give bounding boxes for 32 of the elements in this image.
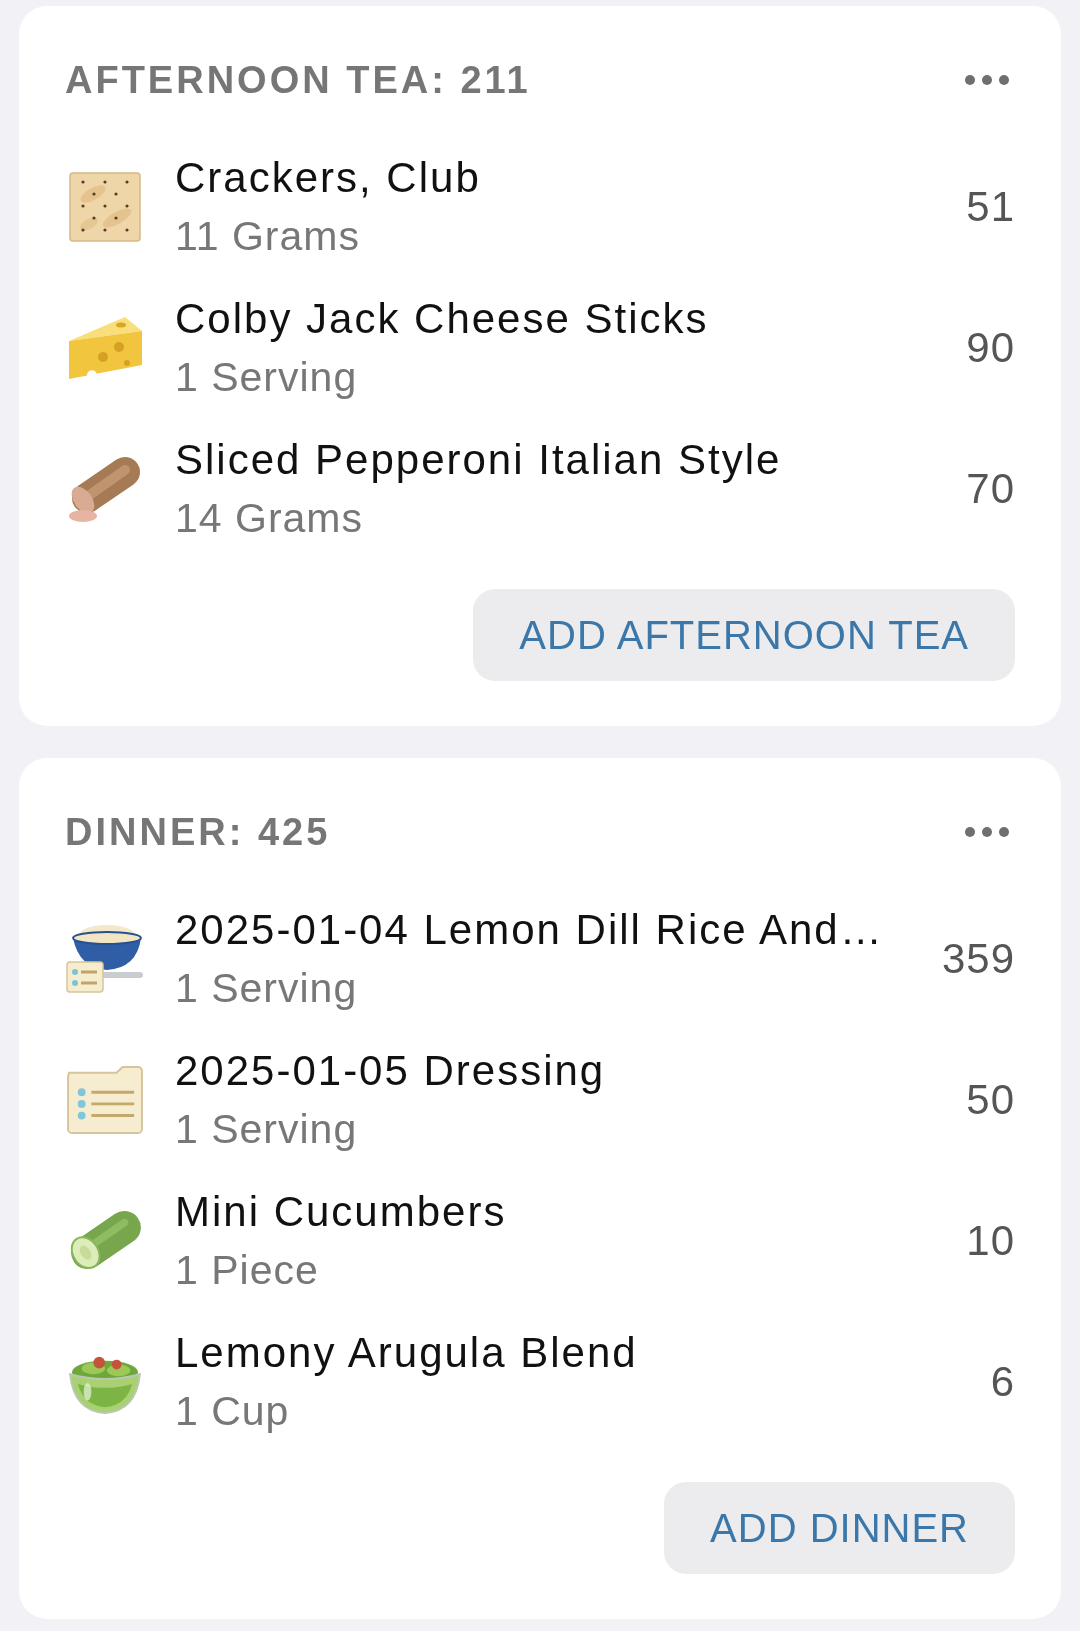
add-food-button[interactable]: ADD DINNER <box>664 1482 1015 1574</box>
rice-bowl-icon <box>65 923 145 994</box>
food-name: Mini Cucumbers <box>175 1186 507 1237</box>
add-food-button[interactable]: ADD AFTERNOON TEA <box>473 589 1015 681</box>
calorie-count: 51 <box>966 182 1015 231</box>
food-name: 2025-01-04 Lemon Dill Rice And… <box>175 904 884 955</box>
calorie-count: 70 <box>966 464 1015 513</box>
serving-size: 11 Grams <box>175 211 360 261</box>
food-name: Colby Jack Cheese Sticks <box>175 293 709 344</box>
serving-size: 14 Grams <box>175 493 363 543</box>
food-name: Sliced Pepperoni Italian Style <box>175 434 782 485</box>
serving-size: 1 Serving <box>175 352 358 402</box>
calorie-count: 6 <box>990 1357 1015 1406</box>
calorie-count: 359 <box>941 934 1015 983</box>
cucumber-icon <box>68 1209 142 1272</box>
list-card-icon <box>66 1064 144 1135</box>
food-name: Crackers, Club <box>175 152 481 203</box>
calorie-count: 10 <box>966 1216 1015 1265</box>
cracker-icon <box>69 171 141 242</box>
more-icon[interactable] <box>965 75 1009 85</box>
serving-size: 1 Piece <box>175 1245 319 1295</box>
serving-size: 1 Serving <box>175 963 358 1013</box>
calorie-count: 50 <box>966 1075 1015 1124</box>
calorie-count: 90 <box>966 323 1015 372</box>
more-icon[interactable] <box>965 827 1009 837</box>
serving-size: 1 Cup <box>175 1386 290 1436</box>
food-name: Lemony Arugula Blend <box>175 1327 638 1378</box>
section-title: AFTERNOON TEA: 211 <box>65 58 531 102</box>
serving-size: 1 Serving <box>175 1104 358 1154</box>
section-title: DINNER: 425 <box>65 810 331 854</box>
cheese-wedge-icon <box>67 314 143 381</box>
food-name: 2025-01-05 Dressing <box>175 1045 606 1096</box>
